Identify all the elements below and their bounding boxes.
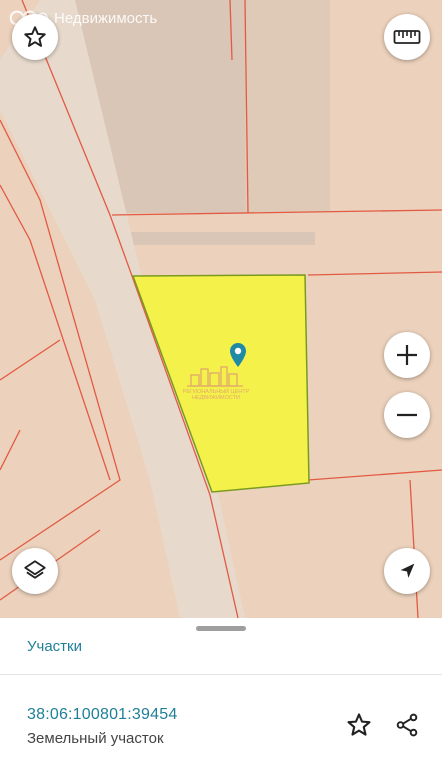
map-canvas[interactable] — [0, 0, 442, 618]
share-button[interactable] — [392, 710, 422, 740]
share-icon — [396, 713, 418, 737]
zoom-out-button[interactable] — [384, 392, 430, 438]
plus-icon — [397, 345, 417, 365]
map-view[interactable]: Недвижимость РЕГИОНАЛЬНЫЙ ЦЕНТР НЕДВИЖИМ… — [0, 0, 442, 618]
layers-icon — [24, 560, 46, 579]
brand-text: Недвижимость — [54, 9, 158, 27]
layers-button[interactable] — [12, 548, 58, 594]
parcel-type-label: Земельный участок — [27, 730, 164, 747]
navigation-arrow-icon — [400, 563, 415, 578]
minus-icon — [397, 413, 417, 417]
locate-me-button[interactable] — [384, 548, 430, 594]
star-outline-icon — [347, 713, 371, 736]
bottom-sheet: Участки 38:06:100801:39454 Земельный уча… — [0, 618, 442, 768]
zoom-in-button[interactable] — [384, 332, 430, 378]
watermark-line2: НЕДВИЖИМОСТИ — [192, 395, 240, 401]
tab-divider — [0, 674, 442, 675]
tab-parcels[interactable]: Участки — [27, 638, 82, 655]
ruler-icon — [393, 30, 421, 44]
location-pin-icon[interactable] — [229, 342, 247, 373]
star-outline-icon — [24, 26, 46, 47]
cadastral-number[interactable]: 38:06:100801:39454 — [27, 706, 177, 724]
sheet-drag-handle[interactable] — [196, 626, 246, 631]
map-building-shadow — [245, 0, 330, 212]
favorite-parcel-button[interactable] — [344, 710, 374, 740]
favorite-map-button[interactable] — [12, 14, 58, 60]
ruler-button[interactable] — [384, 14, 430, 60]
